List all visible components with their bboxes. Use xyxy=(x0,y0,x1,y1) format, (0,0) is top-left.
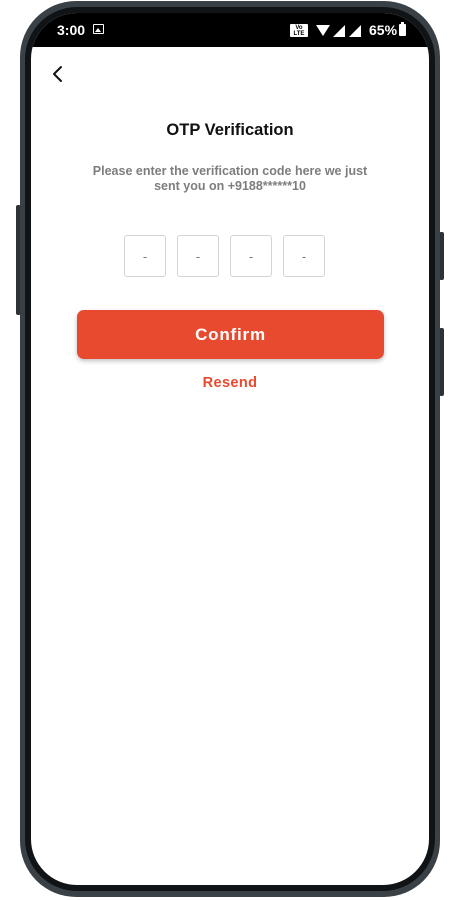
confirm-button[interactable]: Confirm xyxy=(77,310,384,359)
otp-instructions: Please enter the verification code here … xyxy=(92,164,368,193)
otp-digit-4-input[interactable] xyxy=(283,235,325,277)
volte-icon: Vo LTE xyxy=(290,24,308,37)
otp-digit-3-input[interactable] xyxy=(230,235,272,277)
battery-percent: 65% xyxy=(369,22,398,38)
otp-digit-1-input[interactable] xyxy=(124,235,166,277)
status-time: 3:00 xyxy=(57,22,86,38)
chevron-left-icon xyxy=(53,66,62,82)
battery-icon xyxy=(399,22,406,36)
phone-screen: 3:00 Vo LTE 65% OTP Verification Please … xyxy=(31,13,429,885)
status-bar: 3:00 Vo LTE 65% xyxy=(31,13,429,47)
otp-input-group xyxy=(124,235,336,279)
back-button[interactable] xyxy=(45,61,71,87)
page-title: OTP Verification xyxy=(166,121,294,139)
signal-icon xyxy=(349,25,361,37)
resend-link[interactable]: Resend xyxy=(31,375,429,391)
wifi-icon xyxy=(316,25,330,36)
signal-icon xyxy=(333,25,345,37)
image-icon xyxy=(93,24,104,34)
otp-digit-2-input[interactable] xyxy=(177,235,219,277)
